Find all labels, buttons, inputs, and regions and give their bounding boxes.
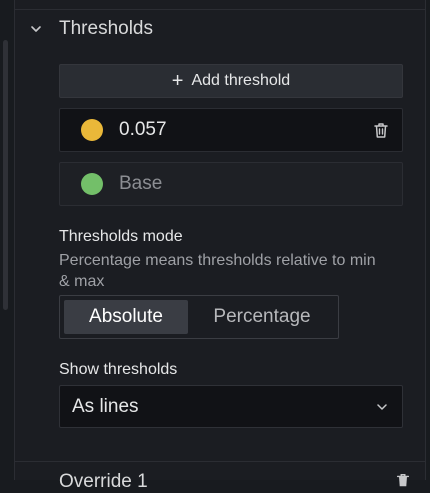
show-thresholds-select[interactable]: As lines — [59, 385, 403, 428]
mode-option-percentage[interactable]: Percentage — [192, 300, 332, 334]
add-threshold-button[interactable]: + Add threshold — [59, 64, 403, 98]
threshold-base-label: Base — [119, 173, 163, 194]
chevron-down-icon[interactable] — [29, 22, 43, 36]
show-thresholds-value: As lines — [72, 395, 139, 417]
show-thresholds-label: Show thresholds — [59, 361, 178, 378]
thresholds-mode-label: Thresholds mode — [59, 228, 183, 245]
add-threshold-label: Add threshold — [191, 72, 291, 89]
threshold-color-swatch[interactable] — [81, 173, 103, 195]
scrollbar-thumb[interactable] — [3, 40, 8, 310]
thresholds-mode-radio-group: Absolute Percentage — [59, 295, 339, 339]
left-scrollbar[interactable] — [0, 0, 14, 480]
section-title: Thresholds — [59, 18, 153, 39]
section-header[interactable]: Thresholds — [29, 18, 153, 40]
top-divider — [15, 9, 425, 10]
mode-option-absolute[interactable]: Absolute — [64, 300, 188, 334]
plus-icon: + — [171, 70, 184, 92]
threshold-color-swatch[interactable] — [81, 119, 103, 141]
threshold-row-base: Base — [59, 162, 403, 206]
threshold-value-input[interactable]: 0.057 — [119, 119, 167, 141]
override-title: Override 1 — [59, 471, 148, 492]
chevron-down-icon — [376, 400, 388, 412]
threshold-row[interactable]: 0.057 — [59, 108, 403, 152]
thresholds-mode-description: Percentage means thresholds relative to … — [59, 252, 376, 290]
trash-icon[interactable] — [395, 472, 411, 488]
bottom-divider — [15, 461, 425, 462]
thresholds-panel: Thresholds + Add threshold 0.057 Base Th… — [14, 0, 426, 492]
trash-icon[interactable] — [372, 121, 390, 139]
